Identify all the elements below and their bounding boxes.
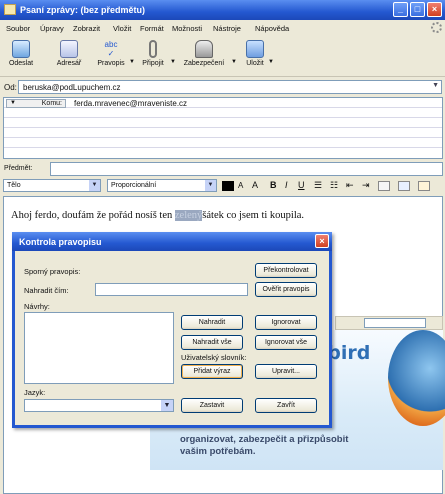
activity-throbber-icon (431, 22, 442, 33)
address-book-icon (60, 40, 78, 58)
thunderbird-logo-icon (388, 330, 445, 426)
banner-text: organizovat, zabezpečit a přizpůsobit va… (180, 434, 349, 457)
menu-bar: Soubor Úpravy Zobrazit Vložit Formát Mož… (0, 20, 445, 36)
address-book-button[interactable]: Adresář (52, 37, 86, 67)
menu-napoveda[interactable]: Nápověda (255, 24, 289, 33)
recipient-row[interactable]: ▼ Komu: ferda.mravenec@mraveniste.cz (4, 98, 442, 108)
spell-check-button[interactable]: abc ✓ Pravopis (94, 37, 128, 67)
window-title: Psaní zprávy: (bez předmětu) (20, 5, 146, 15)
maximize-button[interactable]: □ (410, 2, 425, 17)
padlock-icon (195, 40, 213, 58)
menu-zobrazit[interactable]: Zobrazit (73, 24, 100, 33)
font-larger-button[interactable]: A (252, 180, 258, 190)
dialog-title: Kontrola pravopisu (19, 237, 102, 247)
replace-with-label: Nahradit čím: (24, 286, 69, 295)
save-button[interactable]: Uložit (242, 37, 268, 67)
security-dropdown-arrow-icon[interactable]: ▼ (231, 59, 237, 65)
replace-with-input[interactable] (95, 283, 248, 296)
menu-soubor[interactable]: Soubor (6, 24, 30, 33)
chevron-down-icon: ▼ (161, 400, 173, 411)
chevron-down-icon: ▼ (432, 82, 439, 89)
user-dictionary-label: Uživatelský slovník: (181, 353, 247, 362)
save-dropdown-arrow-icon[interactable]: ▼ (268, 59, 274, 65)
suggestions-label: Návrhy: (24, 302, 50, 311)
recipient-row-empty[interactable] (4, 138, 442, 148)
font-smaller-button[interactable]: A (238, 181, 243, 190)
subject-row: Předmět: (0, 161, 445, 177)
smiley-icon[interactable] (418, 181, 430, 191)
chevron-down-icon: ▼ (10, 100, 16, 106)
paperclip-icon (149, 40, 157, 58)
bold-button[interactable]: B (270, 180, 277, 190)
paragraph-style-select[interactable]: Tělo ▼ (3, 179, 101, 192)
insert-icon[interactable] (398, 181, 410, 191)
language-label: Jazyk: (24, 388, 46, 397)
recipient-row-empty[interactable] (4, 108, 442, 118)
menu-upravy[interactable]: Úpravy (40, 24, 64, 33)
send-button[interactable]: Odeslat (6, 37, 36, 67)
body-text: Ahoj ferdo, doufám že pořád nosíš ten ze… (11, 210, 305, 221)
numbered-list-icon[interactable]: ☷ (330, 180, 338, 191)
spell-check-dialog: Kontrola pravopisu × Sporný pravopis: Př… (12, 232, 332, 428)
spell-check-icon: abc ✓ (104, 40, 118, 58)
close-button[interactable]: Zavřít (255, 398, 317, 413)
menu-vlozit[interactable]: Vložit (113, 24, 131, 33)
replace-button[interactable]: Nahradit (181, 315, 243, 330)
compose-window: Psaní zprávy: (bez předmětu) _ □ × Soubo… (0, 0, 445, 494)
dialog-title-bar: Kontrola pravopisu × (12, 232, 332, 251)
minimize-button[interactable]: _ (393, 2, 408, 17)
save-icon (246, 40, 264, 58)
menu-nastroje[interactable]: Nástroje (213, 24, 241, 33)
compose-toolbar: Odeslat Adresář abc ✓ Pravopis ▼ Připojit… (0, 37, 445, 77)
stop-button[interactable]: Zastavit (181, 398, 243, 413)
send-icon (12, 40, 30, 58)
dialog-close-icon[interactable]: × (315, 234, 329, 248)
replace-all-button[interactable]: Nahradit vše (181, 335, 243, 350)
background-window-strip (335, 316, 443, 330)
underline-button[interactable]: U (298, 180, 305, 190)
outdent-icon[interactable]: ⇤ (346, 180, 354, 191)
format-toolbar: Tělo ▼ Proporcionální ▼ A A B I U ☰ ☷ ⇤ … (0, 178, 445, 194)
subject-label: Předmět: (4, 165, 33, 172)
chevron-down-icon: ▼ (89, 180, 100, 191)
indent-icon[interactable]: ⇥ (362, 180, 370, 191)
text-color-icon[interactable] (222, 181, 234, 191)
from-select[interactable]: beruska@podLupuchem.cz ▼ (18, 80, 442, 94)
italic-button[interactable]: I (285, 180, 288, 190)
attach-dropdown-arrow-icon[interactable]: ▼ (170, 59, 176, 65)
recipient-type-select[interactable]: ▼ Komu: (6, 99, 66, 108)
font-select[interactable]: Proporcionální ▼ (107, 179, 217, 192)
title-bar: Psaní zprávy: (bez předmětu) _ □ × (0, 0, 445, 20)
bullet-list-icon[interactable]: ☰ (314, 180, 322, 191)
spell-dropdown-arrow-icon[interactable]: ▼ (129, 59, 135, 65)
align-icon[interactable] (378, 181, 390, 191)
ignore-all-button[interactable]: Ignorovat vše (255, 335, 317, 350)
menu-format[interactable]: Formát (140, 24, 164, 33)
compose-app-icon (4, 4, 16, 15)
attach-button[interactable]: Připojit (138, 37, 168, 67)
recheck-button[interactable]: Překontrolovat (255, 263, 317, 278)
recipient-row-empty[interactable] (4, 128, 442, 138)
misspelled-label: Sporný pravopis: (24, 267, 81, 276)
recipient-row-empty[interactable] (4, 118, 442, 128)
recipients-box: ▼ Komu: ferda.mravenec@mraveniste.cz (3, 97, 443, 159)
suggestions-list[interactable] (24, 312, 174, 384)
from-label: Od: (4, 83, 17, 92)
edit-dictionary-button[interactable]: Upravit... (255, 364, 317, 379)
security-button[interactable]: Zabezpečení (179, 37, 229, 67)
language-select[interactable]: ▼ (24, 399, 174, 412)
close-window-button[interactable]: × (427, 2, 442, 17)
background-input (364, 318, 426, 328)
from-row: Od: beruska@podLupuchem.cz ▼ (0, 79, 445, 95)
recipient-address[interactable]: ferda.mravenec@mraveniste.cz (74, 99, 187, 108)
menu-moznosti[interactable]: Možnosti (172, 24, 202, 33)
misspelled-word: zelený (174, 210, 203, 221)
add-word-button[interactable]: Přidat výraz (181, 364, 243, 379)
check-word-button[interactable]: Ověřit pravopis (255, 282, 317, 297)
subject-input[interactable] (50, 162, 443, 176)
chevron-down-icon: ▼ (205, 180, 216, 191)
ignore-button[interactable]: Ignorovat (255, 315, 317, 330)
